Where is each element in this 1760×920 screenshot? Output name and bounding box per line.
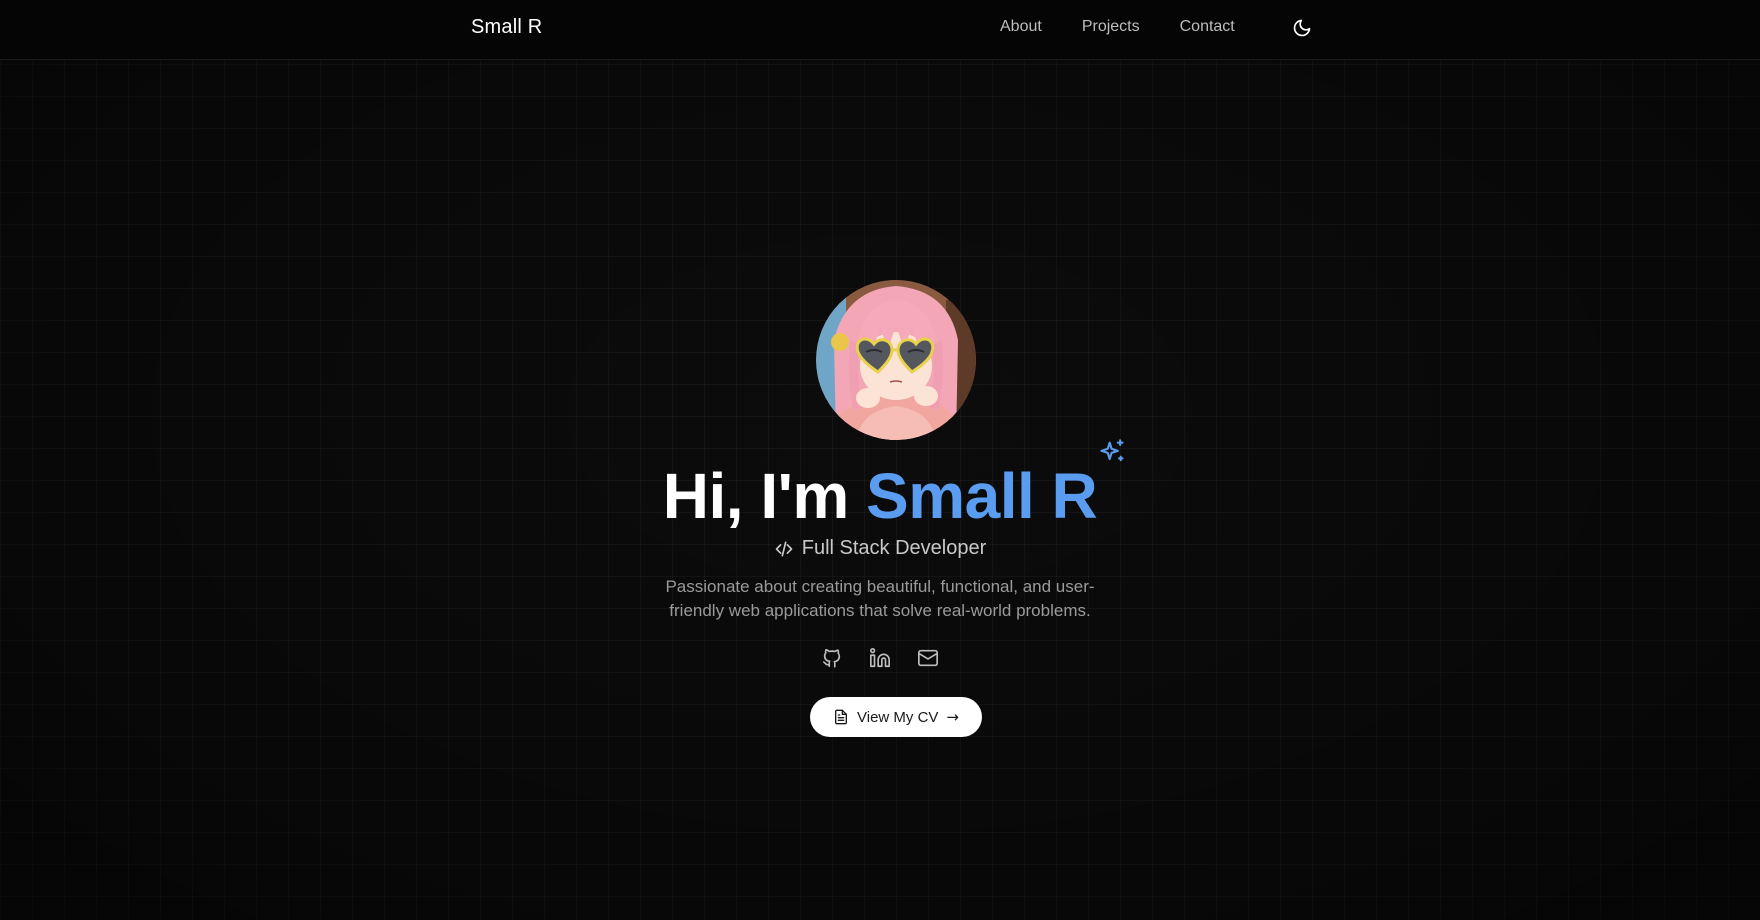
view-cv-button[interactable]: View My CV →	[810, 697, 982, 737]
view-cv-label: View My CV	[857, 708, 939, 726]
email-link[interactable]	[916, 646, 940, 670]
navbar: Small R About Projects Contact	[0, 0, 1760, 60]
nav-link-contact[interactable]: Contact	[1180, 18, 1235, 36]
moon-icon	[1293, 19, 1311, 37]
greeting-text: Hi, I'm	[662, 460, 866, 532]
linkedin-link[interactable]	[868, 646, 892, 670]
hero-name: Small R	[866, 460, 1098, 532]
document-icon	[835, 709, 847, 725]
arrow-right-icon: →	[946, 708, 959, 726]
social-links	[0, 646, 1760, 670]
hero-section: Hi, I'm Small R Full Stack Developer Pas…	[0, 60, 1760, 920]
github-icon	[822, 649, 841, 668]
sparkle-icon	[1100, 439, 1124, 462]
nav-link-projects[interactable]: Projects	[1082, 18, 1140, 36]
avatar	[816, 280, 976, 440]
nav-link-about[interactable]: About	[1000, 18, 1042, 36]
avatar-illustration	[816, 280, 976, 440]
mail-icon	[918, 649, 938, 667]
brand-link[interactable]: Small R	[471, 16, 542, 39]
role-text: Full Stack Developer	[801, 537, 987, 559]
hero-description: Passionate about creating beautiful, fun…	[665, 577, 1095, 620]
github-link[interactable]	[820, 646, 844, 670]
hero-role: Full Stack Developer	[0, 537, 1760, 560]
nav-links: About Projects Contact	[1000, 18, 1235, 36]
theme-toggle-button[interactable]	[1290, 16, 1314, 40]
code-icon	[775, 541, 793, 556]
hero-headline: Hi, I'm Small R	[0, 458, 1760, 534]
linkedin-icon	[870, 648, 890, 668]
page: Small R About Projects Contact Hi, I'm S…	[0, 0, 1760, 920]
